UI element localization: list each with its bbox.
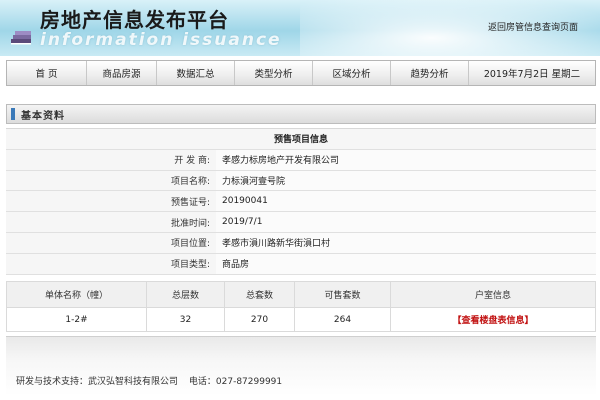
main-nav: 首 页 商品房源 数据汇总 类型分析 区域分析 趋势分析 2019年7月2日 星… — [6, 60, 596, 86]
info-row-approval-date: 批准时间: 2019/7/1 — [6, 211, 596, 233]
nav-item-trend-analysis[interactable]: 趋势分析 — [391, 61, 469, 85]
section-header: 基本资料 — [6, 104, 596, 124]
info-row-type: 项目类型: 商品房 — [6, 253, 596, 275]
info-row-developer: 开 发 商: 孝感力标房地产开发有限公司 — [6, 149, 596, 171]
footer-phone: 电话：027-87299991 — [188, 377, 283, 387]
cell-floors: 32 — [146, 307, 225, 332]
nav-item-summary[interactable]: 数据汇总 — [157, 61, 235, 85]
info-label: 项目位置: — [6, 232, 216, 254]
section-title: 基本资料 — [21, 110, 65, 122]
col-header-floors: 总层数 — [146, 281, 225, 308]
nav-item-region-analysis[interactable]: 区域分析 — [313, 61, 391, 85]
return-query-link[interactable]: 返回房管信息查询页面 — [488, 20, 578, 33]
table-row: 1-2# 32 270 264 【查看楼盘表信息】 — [6, 307, 596, 332]
header-banner: 房地产信息发布平台 information issuance 返回房管信息查询页… — [0, 0, 600, 56]
nav-item-type-analysis[interactable]: 类型分析 — [235, 61, 313, 85]
section-marker-icon — [11, 108, 15, 120]
info-value-permit: 20190041 — [216, 190, 596, 213]
info-value-developer: 孝感力标房地产开发有限公司 — [216, 149, 596, 171]
col-header-total-units: 总套数 — [224, 281, 295, 308]
info-value-approval-date: 2019/7/1 — [216, 211, 596, 233]
info-label: 批准时间: — [6, 211, 216, 233]
info-label: 预售证号: — [6, 190, 216, 213]
units-header-row: 单体名称（幢） 总层数 总套数 可售套数 户室信息 — [6, 281, 596, 308]
view-floor-plan-link[interactable]: 【查看楼盘表信息】 — [452, 316, 533, 326]
site-title: 房地产信息发布平台 — [40, 8, 229, 32]
info-row-location: 项目位置: 孝感市溳川路新华街溳口村 — [6, 232, 596, 254]
books-logo-icon — [11, 31, 31, 45]
cell-building: 1-2# — [6, 307, 147, 332]
cell-available-units: 264 — [294, 307, 391, 332]
project-info-caption-row: 预售项目信息 — [6, 128, 596, 150]
info-row-project-name: 项目名称: 力标溳河壹号院 — [6, 170, 596, 192]
nav-item-listings[interactable]: 商品房源 — [87, 61, 157, 85]
col-header-building: 单体名称（幢） — [6, 281, 147, 308]
col-header-available-units: 可售套数 — [294, 281, 391, 308]
info-value-type: 商品房 — [216, 253, 596, 275]
info-label: 项目类型: — [6, 253, 216, 275]
cell-total-units: 270 — [224, 307, 295, 332]
info-label: 项目名称: — [6, 170, 216, 192]
cell-room-info: 【查看楼盘表信息】 — [390, 307, 596, 332]
info-row-permit: 预售证号: 20190041 — [6, 190, 596, 213]
project-info-table: 预售项目信息 开 发 商: 孝感力标房地产开发有限公司 项目名称: 力标溳河壹号… — [6, 128, 596, 275]
info-value-location: 孝感市溳川路新华街溳口村 — [216, 232, 596, 254]
footer-area — [6, 336, 596, 396]
footer-support: 研发与技术支持：武汉弘智科技有限公司 — [16, 377, 179, 387]
footer: 研发与技术支持：武汉弘智科技有限公司 电话：027-87299991 — [16, 374, 290, 387]
col-header-room-info: 户室信息 — [390, 281, 596, 308]
project-info-caption: 预售项目信息 — [6, 128, 596, 150]
nav-date: 2019年7月2日 星期二 — [483, 69, 581, 80]
info-value-project-name: 力标溳河壹号院 — [216, 170, 596, 192]
units-table: 单体名称（幢） 总层数 总套数 可售套数 户室信息 1-2# 32 270 26… — [6, 281, 596, 332]
nav-item-home[interactable]: 首 页 — [7, 61, 87, 85]
info-label: 开 发 商: — [6, 149, 216, 171]
site-subtitle: information issuance — [40, 30, 282, 50]
